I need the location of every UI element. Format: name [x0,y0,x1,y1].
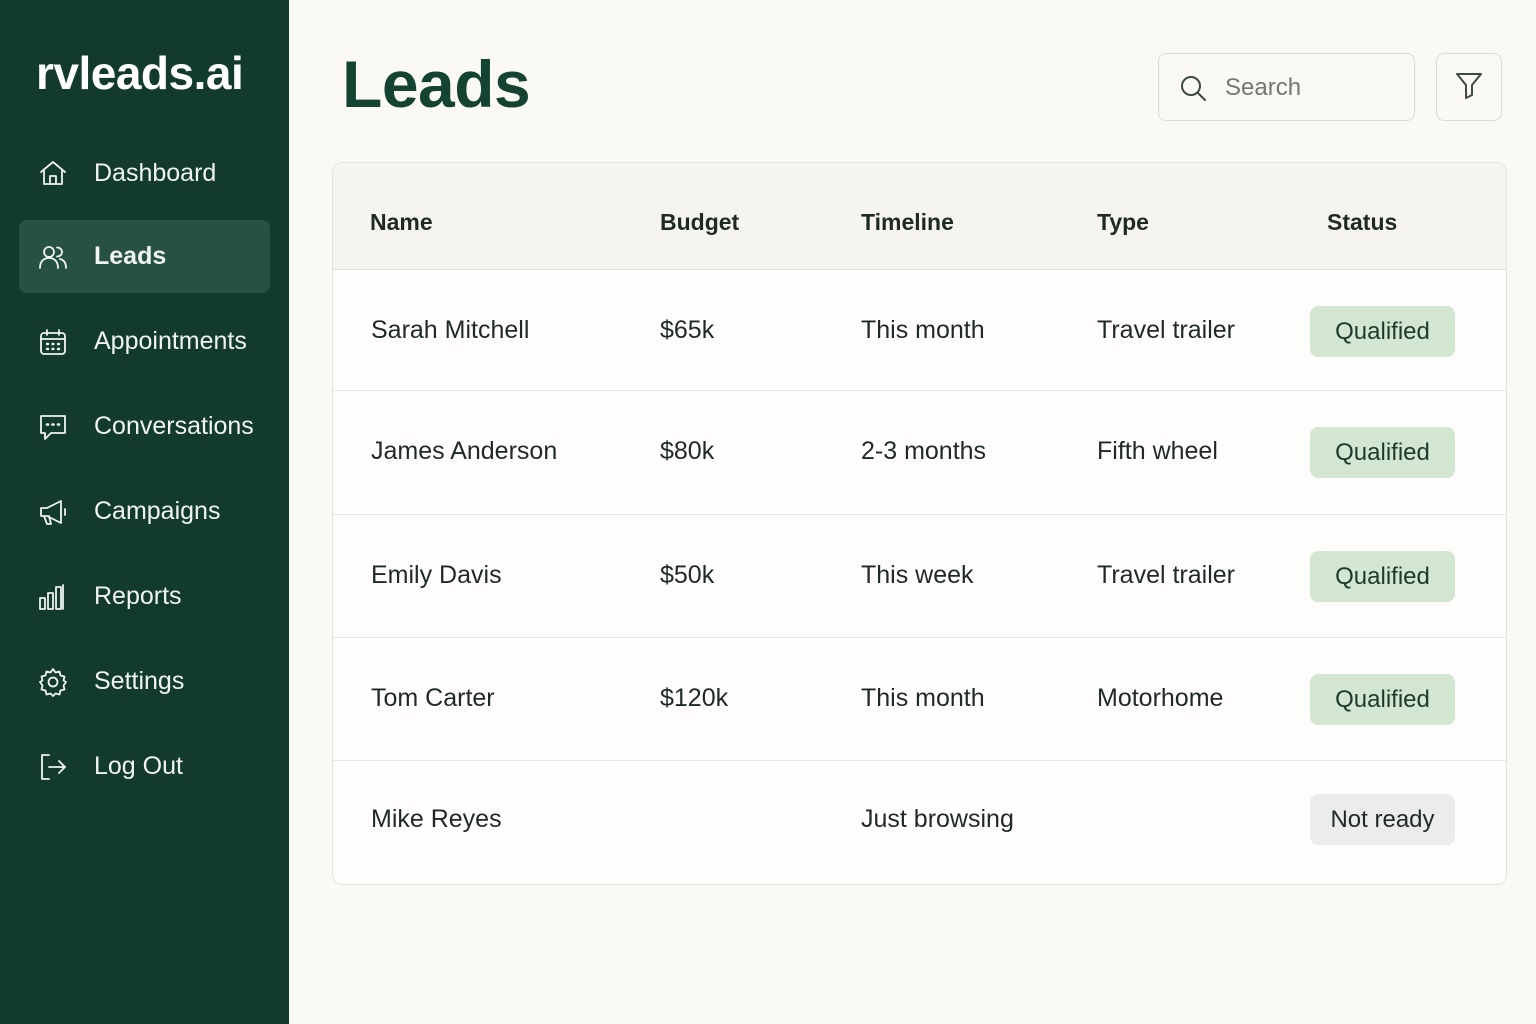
table-row[interactable]: Sarah Mitchell $65k This month Travel tr… [333,270,1506,391]
lead-type: Travel trailer [1097,561,1235,589]
logout-icon [36,750,70,784]
search-box[interactable] [1158,53,1415,121]
sidebar-item-leads[interactable]: Leads [19,220,270,293]
table-row[interactable]: Mike Reyes Just browsing Not ready [333,761,1506,884]
lead-name[interactable]: Mike Reyes [371,805,502,834]
lead-budget: $50k [660,561,715,589]
lead-name[interactable]: Emily Davis [371,561,502,590]
search-icon [1178,73,1208,103]
lead-budget: $80k [660,437,715,465]
lead-type: Motorhome [1097,684,1224,712]
status-badge: Qualified [1310,551,1455,602]
lead-budget: $65k [660,316,715,344]
lead-name[interactable]: Tom Carter [371,684,495,713]
leads-table: Name Budget Timeline Type Status Sarah M… [332,162,1507,885]
sidebar-item-dashboard[interactable]: Dashboard [19,134,270,212]
megaphone-icon [36,495,70,529]
lead-timeline: This month [861,316,985,344]
sidebar-item-campaigns[interactable]: Campaigns [19,475,270,548]
sidebar-item-label: Settings [94,667,185,695]
sidebar-item-conversations[interactable]: Conversations [19,390,270,463]
users-icon [36,240,70,274]
lead-timeline: This week [861,561,974,589]
column-header-type[interactable]: Type [1097,209,1149,236]
sidebar-item-appointments[interactable]: Appointments [19,305,270,378]
status-badge: Qualified [1310,427,1455,478]
lead-name[interactable]: Sarah Mitchell [371,316,529,345]
sidebar-item-log-out[interactable]: Log Out [19,730,270,803]
column-header-status[interactable]: Status [1327,209,1397,236]
filter-icon [1454,70,1484,105]
bar-chart-icon [36,580,70,614]
lead-name[interactable]: James Anderson [371,437,557,466]
table-header: Name Budget Timeline Type Status [333,163,1506,270]
gear-icon [36,665,70,699]
table-row[interactable]: James Anderson $80k 2-3 months Fifth whe… [333,391,1506,515]
table-row[interactable]: Emily Davis $50k This week Travel traile… [333,515,1506,638]
sidebar-item-label: Conversations [94,412,254,440]
lead-timeline: This month [861,684,985,712]
status-badge: Not ready [1310,794,1455,845]
sidebar-item-label: Campaigns [94,497,221,525]
sidebar-item-label: Dashboard [94,158,217,187]
calendar-icon [36,325,70,359]
sidebar-item-label: Leads [94,242,167,270]
status-badge: Qualified [1310,674,1455,725]
brand-logo[interactable]: rvleads.ai [36,46,244,100]
status-badge: Qualified [1310,306,1455,357]
column-header-budget[interactable]: Budget [660,209,739,236]
sidebar-item-label: Reports [94,582,182,610]
sidebar-item-label: Log Out [94,752,183,780]
column-header-name[interactable]: Name [370,209,433,236]
lead-budget: $120k [660,684,729,712]
lead-timeline: 2-3 months [861,437,987,465]
sidebar: rvleads.ai Dashboard Leads Appointments … [0,0,289,1024]
page-title: Leads [342,47,531,121]
column-header-timeline[interactable]: Timeline [861,209,954,236]
chat-icon [36,410,70,444]
sidebar-item-settings[interactable]: Settings [19,645,270,718]
lead-type: Fifth wheel [1097,437,1218,465]
search-input[interactable] [1225,68,1405,108]
lead-type: Travel trailer [1097,316,1235,344]
filter-button[interactable] [1436,53,1502,121]
table-row[interactable]: Tom Carter $120k This month Motorhome Qu… [333,638,1506,761]
lead-timeline: Just browsing [861,805,1014,833]
sidebar-item-label: Appointments [94,327,247,355]
home-icon [36,156,70,190]
sidebar-item-reports[interactable]: Reports [19,560,270,633]
sidebar-nav: Dashboard Leads Appointments Conversatio… [19,134,270,815]
